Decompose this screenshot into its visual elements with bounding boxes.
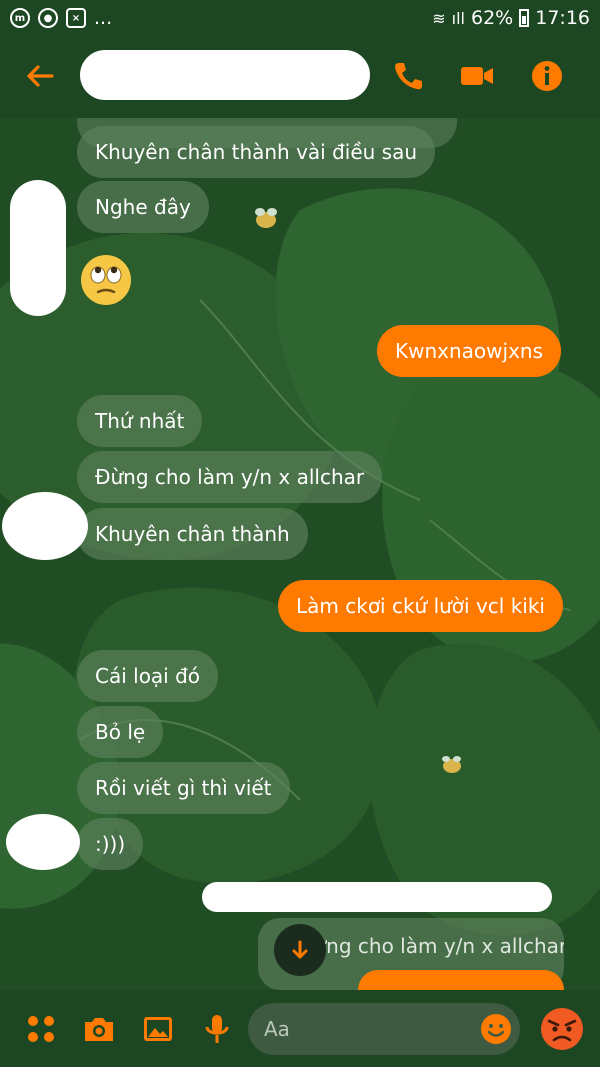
message-bubble-sent[interactable]: Kwnxnaowjxns xyxy=(377,325,561,377)
avatar-redacted xyxy=(2,492,88,560)
menu-dots-icon[interactable] xyxy=(24,1012,58,1046)
message-bubble[interactable]: :))) xyxy=(77,818,144,870)
clock: 17:16 xyxy=(535,7,590,29)
message-bubble[interactable]: Bỏ lẹ xyxy=(77,706,164,758)
message-list[interactable]: Khuyên chân thành vài điều sau Nghe đây … xyxy=(0,118,600,990)
messenger-notification-icon: m xyxy=(10,8,30,28)
message-bubble[interactable]: Thứ nhất xyxy=(77,395,203,447)
message-text: Khuyên chân thành xyxy=(95,522,290,546)
message-text: Làm ckơi ckứ lười vcl kiki xyxy=(296,594,545,618)
account-notification-icon: ● xyxy=(38,8,58,28)
avatar-redacted xyxy=(10,180,66,316)
message-bubble[interactable]: Rồi viết gì thì viết xyxy=(77,762,290,814)
face-with-rolling-eyes-emoji[interactable] xyxy=(80,254,132,306)
image-icon[interactable] xyxy=(141,1012,175,1046)
scroll-to-bottom-button[interactable] xyxy=(274,924,326,976)
message-text: Kwnxnaowjxns xyxy=(395,339,543,363)
message-bubble[interactable]: Nghe đây xyxy=(77,181,209,233)
arrow-down-icon xyxy=(292,940,308,959)
message-text: Cái loại đó xyxy=(95,664,201,688)
contact-name-redacted[interactable] xyxy=(80,50,370,100)
message-bubble-sent[interactable]: Làm ckơi ckứ lười vcl kiki xyxy=(278,580,563,632)
microphone-icon[interactable] xyxy=(200,1012,234,1046)
message-text: :))) xyxy=(95,832,126,856)
message-bubble[interactable]: Cái loại đó xyxy=(77,650,219,702)
info-icon[interactable] xyxy=(529,58,565,94)
message-text: Rồi viết gì thì viết xyxy=(95,776,272,800)
message-text: Khuyên chân thành vài điều sau xyxy=(95,140,418,164)
back-arrow-icon[interactable] xyxy=(22,58,58,94)
message-bubble[interactable]: Khuyên chân thành xyxy=(77,508,308,560)
more-notifications-indicator: ... xyxy=(94,7,113,29)
message-text: Nghe đây xyxy=(95,195,191,219)
wifi-icon: ≋ xyxy=(432,8,446,28)
emoji-icon[interactable] xyxy=(480,1013,512,1045)
message-text: Thứ nhất xyxy=(95,409,185,433)
phone-icon[interactable] xyxy=(390,58,426,94)
quoted-message-text: Đừng cho làm y/n x allchar xyxy=(298,934,564,958)
capcut-notification-icon: × xyxy=(66,8,86,28)
avatar-redacted xyxy=(6,814,80,870)
battery-percent: 62% xyxy=(471,7,514,29)
video-camera-icon[interactable] xyxy=(459,58,495,94)
message-bubble[interactable]: Đừng cho làm y/n x allchar xyxy=(77,451,383,503)
status-bar: m ● × ... ≋ ıll 62% 17:16 xyxy=(0,0,600,36)
message-bubble-sent-partial[interactable] xyxy=(358,970,564,990)
message-bubble[interactable]: Khuyên chân thành vài điều sau xyxy=(77,126,436,178)
message-text: Bỏ lẹ xyxy=(95,720,146,744)
reply-header-redacted xyxy=(202,882,552,912)
signal-icon: ıll xyxy=(451,8,465,28)
message-text: Đừng cho làm y/n x allchar xyxy=(95,465,365,489)
conversation-header xyxy=(0,36,600,118)
battery-icon xyxy=(519,9,530,27)
message-input[interactable] xyxy=(264,1003,474,1055)
camera-icon[interactable] xyxy=(82,1012,116,1046)
angry-face-icon[interactable] xyxy=(540,1007,584,1051)
